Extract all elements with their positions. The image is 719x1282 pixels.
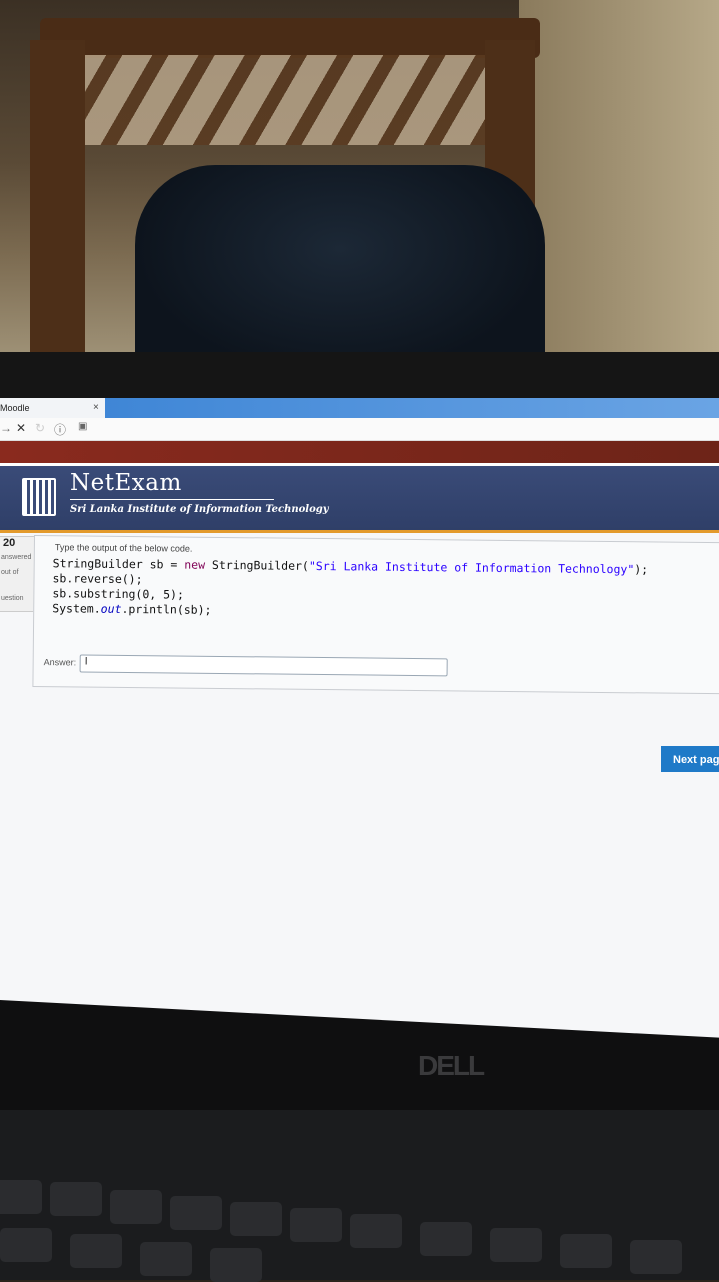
keyboard-key — [230, 1202, 282, 1236]
stop-icon[interactable]: ✕ — [16, 421, 26, 435]
laptop-top-bezel — [0, 352, 719, 400]
chair-cushion — [135, 165, 545, 360]
back-arrow-icon[interactable]: → — [0, 421, 12, 435]
keyboard-key — [70, 1234, 122, 1268]
keyboard-key — [140, 1242, 192, 1276]
page-icon[interactable]: ▣ — [78, 421, 87, 432]
chair-backrest-top — [40, 18, 540, 58]
keyboard-key — [110, 1190, 162, 1224]
keyboard-key — [290, 1208, 342, 1242]
wall — [519, 0, 719, 360]
chair-post-left — [30, 40, 85, 360]
chair-backrest-lattice — [60, 55, 510, 145]
site-header: NetExam Sri Lanka Institute of Informati… — [0, 466, 719, 533]
tab-title: Moodle — [0, 403, 30, 413]
window-title-bar — [0, 441, 719, 463]
sliit-logo-icon — [22, 478, 56, 516]
question-box: Type the output of the below code. Strin… — [32, 535, 719, 695]
keyboard-key — [210, 1248, 262, 1282]
site-title: NetExam — [70, 470, 182, 496]
keyboard-key — [420, 1222, 472, 1256]
answer-label: Answer: — [43, 657, 77, 668]
browser-nav-bar: → ✕ ↻ ⓘ ▣ — [0, 418, 719, 441]
keyboard-key — [50, 1182, 102, 1216]
next-page-button[interactable]: Next pag — [661, 746, 719, 772]
tab-close-icon[interactable]: × — [93, 398, 99, 418]
code-line-4: System.out.println(sb); — [52, 601, 212, 617]
question-number: 20 — [3, 537, 16, 549]
question-status: answered — [1, 554, 32, 561]
question-info-panel: 20 answered out of uestion — [0, 536, 38, 612]
room-background — [0, 0, 719, 360]
keyboard-key — [490, 1228, 542, 1262]
question-prompt: Type the output of the below code. — [54, 542, 193, 554]
keyboard-key — [560, 1234, 612, 1268]
title-underline — [70, 499, 274, 500]
answer-input[interactable]: I — [79, 654, 448, 677]
code-line-2: sb.reverse(); — [52, 571, 143, 587]
keyboard-key — [170, 1196, 222, 1230]
site-subtitle: Sri Lanka Institute of Information Techn… — [70, 504, 329, 515]
reload-icon[interactable]: ↻ — [35, 421, 45, 435]
flag-question-link[interactable]: uestion — [1, 595, 24, 602]
question-marks: out of — [1, 569, 19, 576]
keyboard-key — [630, 1240, 682, 1274]
info-icon[interactable]: ⓘ — [54, 421, 66, 438]
dell-logo: DELL — [418, 1050, 485, 1081]
keyboard — [0, 1110, 719, 1282]
browser-tab-bar: Moodle × — [0, 398, 719, 418]
keyboard-key — [0, 1228, 52, 1262]
code-line-3: sb.substring(0, 5); — [52, 586, 185, 602]
keyboard-key — [350, 1214, 402, 1248]
laptop-screen: Moodle × → ✕ ↻ ⓘ ▣ NetExam Sri Lanka Ins… — [0, 398, 719, 1038]
browser-tab[interactable]: Moodle × — [0, 398, 105, 418]
code-block: StringBuilder sb = new StringBuilder("Sr… — [52, 556, 648, 622]
keyboard-key — [0, 1180, 42, 1214]
